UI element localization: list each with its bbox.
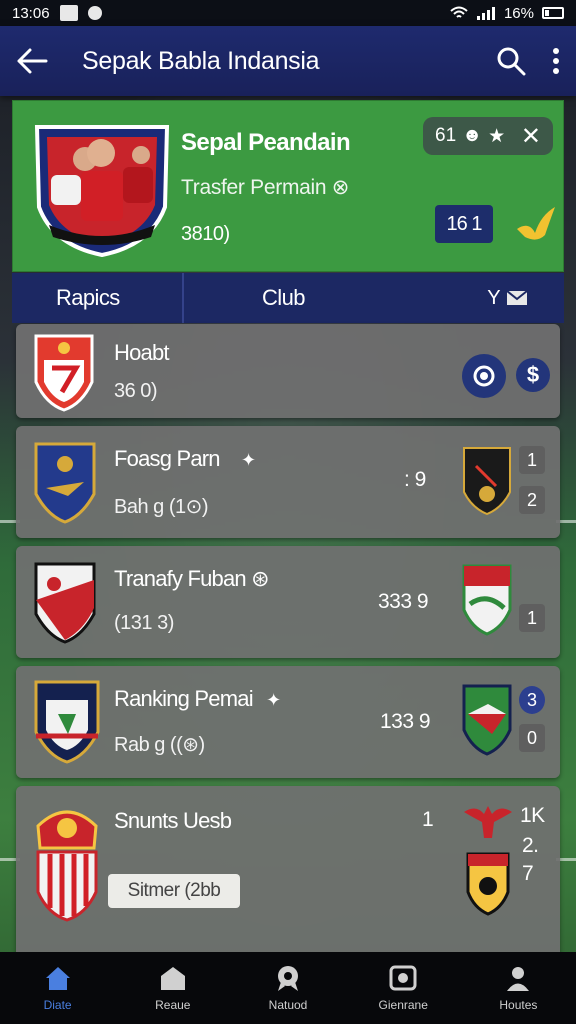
club-name-text: Ranking Pemai xyxy=(114,686,254,711)
battery-icon xyxy=(542,7,564,19)
club-score: 1 xyxy=(422,808,434,831)
nav-item-natuod[interactable]: Natuod xyxy=(230,952,345,1024)
club-crest xyxy=(34,680,100,764)
club-crest xyxy=(36,810,98,922)
club-name: Hoabt xyxy=(114,340,170,365)
notification-icon xyxy=(59,5,78,21)
status-time: 13:06 xyxy=(12,4,50,22)
tab-mail-label: Y xyxy=(487,286,500,309)
star-icon: ★ xyxy=(488,125,506,147)
nav-label: Gienrane xyxy=(378,998,428,1012)
more-vert-icon[interactable] xyxy=(552,47,560,75)
club-name: Ranking Pemai ✦ xyxy=(114,686,281,712)
close-icon[interactable]: ✕ xyxy=(521,122,541,151)
tab-club[interactable]: Club xyxy=(184,273,404,323)
stat-box: 1 xyxy=(519,446,545,474)
back-arrow-icon[interactable] xyxy=(16,47,48,75)
club-list-item[interactable]: Hoabt 36 0) $ xyxy=(16,324,560,418)
club-list-item[interactable]: Foasg Parn ✦ Bah g (1⊙) : 9 1 2 xyxy=(16,426,560,538)
mail-icon xyxy=(506,290,528,305)
opponent-crest xyxy=(466,852,510,916)
stat-box: 3 xyxy=(519,686,545,714)
club-name-text: Foasg Parn xyxy=(114,446,221,471)
club-stat-right: 7 xyxy=(522,862,534,885)
user-icon xyxy=(507,967,530,991)
opponent-crest xyxy=(462,684,512,756)
tab-mail[interactable]: Y xyxy=(487,273,564,323)
club-crest xyxy=(34,334,94,412)
club-name: Foasg Parn ✦ xyxy=(114,446,256,472)
featured-pill[interactable]: 61 ☻ ★ ✕ xyxy=(423,117,553,155)
bottom-nav: Diate Reaue Natuod Gienrane Houtes xyxy=(0,952,576,1024)
club-list-item[interactable]: Ranking Pemai ✦ Rab g ((⊛) 133 9 3 0 xyxy=(16,666,560,778)
featured-pill-value: 61 xyxy=(435,125,457,146)
featured-subtitle: Trasfer Permain ⊗ xyxy=(181,176,350,199)
stat-box: 2 xyxy=(519,486,545,514)
club-score: : 9 xyxy=(404,468,426,491)
opponent-crest xyxy=(463,447,511,516)
dollar-icon: $ xyxy=(526,362,540,387)
bird-icon xyxy=(517,207,555,240)
club-list-item[interactable]: Tranafy Fuban ⊛ (131 3) 333 9 1 xyxy=(16,546,560,658)
star-icon: ✦ xyxy=(241,450,256,470)
club-score: 333 9 xyxy=(378,590,429,613)
nav-label: Natuod xyxy=(268,998,308,1012)
ribbon-icon xyxy=(278,966,298,991)
club-crest xyxy=(34,562,96,644)
club-subtitle: Bah g (1⊙) xyxy=(114,496,209,518)
nav-item-diate[interactable]: Diate xyxy=(0,952,115,1024)
club-subtitle: Rab g ((⊛) xyxy=(114,734,205,756)
nav-label: Diate xyxy=(43,998,72,1012)
featured-number: 3810) xyxy=(181,223,230,245)
nav-item-reaue[interactable]: Reaue xyxy=(115,952,230,1024)
club-list-item[interactable]: Snunts Uesb Sitmer (2bb 1 1K 2. 7 xyxy=(16,786,560,954)
refresh-button[interactable] xyxy=(462,354,506,398)
app-title: Sepak Babla Indansia xyxy=(82,46,320,75)
app-bar: Sepak Babla Indansia xyxy=(0,26,576,96)
nav-label: Houtes xyxy=(499,998,538,1012)
dollar-button[interactable]: $ xyxy=(516,358,550,392)
face-icon: ☻ xyxy=(462,125,483,146)
featured-title: Sepal Peandain xyxy=(181,129,351,156)
club-name: Snunts Uesb xyxy=(114,808,232,833)
tab-rapics[interactable]: Rapics xyxy=(12,273,184,323)
featured-score: 16 1 xyxy=(435,205,493,243)
featured-team-crest xyxy=(34,125,170,257)
club-name: Tranafy Fuban ⊛ xyxy=(114,566,270,591)
camera-icon xyxy=(389,965,417,991)
star-icon: ✦ xyxy=(266,690,281,710)
signal-icon xyxy=(476,7,495,20)
club-stat-right: 1K xyxy=(520,804,545,827)
eagle-icon xyxy=(464,806,512,838)
wifi-icon xyxy=(450,6,468,18)
club-subtitle: (131 3) xyxy=(114,612,174,634)
tab-bar: Rapics Club Y xyxy=(12,273,564,323)
club-stat-right: 2. xyxy=(522,834,539,857)
battery-percent: 16% xyxy=(503,4,534,22)
home-icon xyxy=(45,967,70,990)
club-score: 133 9 xyxy=(380,710,431,733)
app-notification-icon xyxy=(87,6,102,20)
refresh-icon xyxy=(473,365,495,387)
stat-box: 1 xyxy=(519,604,545,632)
club-crest xyxy=(34,442,96,524)
nav-item-houtes[interactable]: Houtes xyxy=(461,952,576,1024)
stat-box: 0 xyxy=(519,724,545,752)
nav-item-gienrane[interactable]: Gienrane xyxy=(346,952,461,1024)
club-pill[interactable]: Sitmer (2bb xyxy=(108,874,240,908)
opponent-crest xyxy=(462,564,512,636)
status-bar: 13:06 16% xyxy=(0,0,576,26)
featured-card[interactable]: Sepal Peandain Trasfer Permain ⊗ 3810) 6… xyxy=(12,100,564,272)
club-subtitle: 36 0) xyxy=(114,380,158,402)
nav-label: Reaue xyxy=(155,998,191,1012)
house-icon xyxy=(160,967,185,990)
search-icon[interactable] xyxy=(496,46,526,76)
